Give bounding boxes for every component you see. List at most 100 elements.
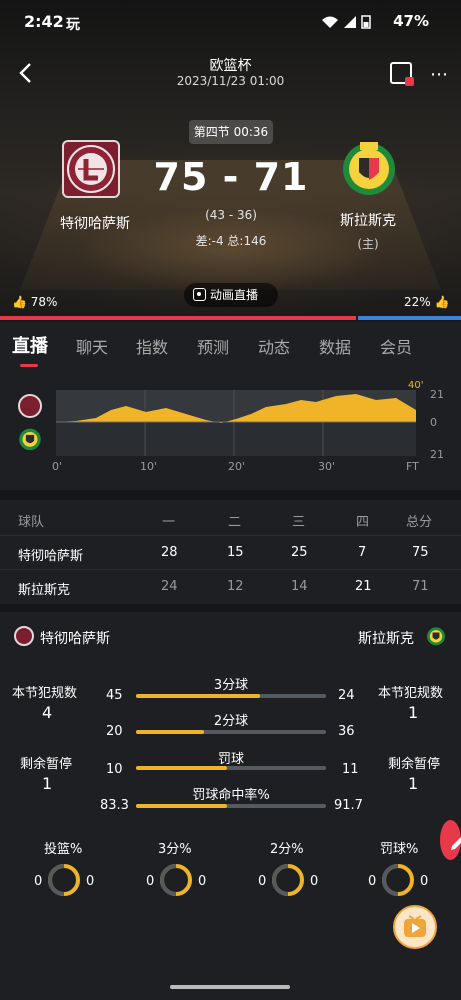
- y-label-top: 21: [430, 388, 444, 401]
- quarter-score-table: 球队 一 二 三 四 总分 特彻哈萨斯 28 15 25 7 75 斯拉斯克 2…: [0, 500, 461, 606]
- stat-label: 3分球: [213, 678, 249, 693]
- donut-ring: [160, 864, 192, 896]
- tab-index[interactable]: 指数: [136, 334, 168, 358]
- section-divider: [0, 490, 461, 500]
- col-q4: 四: [356, 515, 370, 530]
- stat-home-fill: [136, 730, 205, 734]
- stat-track: [136, 694, 326, 698]
- donut-3pt: 3分% 0 0: [142, 834, 212, 904]
- donut-ring: [382, 864, 414, 896]
- stat-2pt: 2分球 20 36: [100, 710, 362, 746]
- tab-chat[interactable]: 聊天: [76, 334, 108, 358]
- away-vote[interactable]: 22% 👍: [404, 295, 449, 309]
- tab-member[interactable]: 会员: [380, 334, 412, 358]
- home-timeouts-label: 剩余暂停: [20, 757, 73, 772]
- home-mini-logo: [18, 394, 42, 418]
- edit-icon: [451, 837, 461, 850]
- stat-home-value: 83.3: [100, 798, 129, 813]
- stat-away-value: 91.7: [334, 798, 363, 813]
- donut-home: 0: [258, 874, 267, 889]
- away-vote-percent: 22%: [404, 295, 431, 309]
- signal-icons: [321, 14, 371, 29]
- y-label-bottom: 21: [430, 448, 444, 461]
- battery-level: 47%: [393, 12, 429, 30]
- donut-away: 0: [310, 874, 319, 889]
- donut-label: 罚球%: [380, 842, 419, 857]
- stat-away-value: 11: [342, 762, 359, 777]
- col-q3: 三: [292, 515, 306, 530]
- stat-label: 2分球: [213, 714, 249, 729]
- home-q2: 15: [227, 545, 244, 560]
- col-team: 球队: [18, 515, 45, 530]
- stat-track: [136, 804, 326, 808]
- table-row: 特彻哈萨斯 28 15 25 7 75: [0, 536, 461, 570]
- active-tab-indicator: [20, 364, 38, 367]
- away-stats-logo: [427, 627, 445, 646]
- battery-icon: [361, 15, 371, 29]
- tab-data[interactable]: 数据: [319, 334, 351, 358]
- tab-dynamics[interactable]: 动态: [258, 334, 290, 358]
- x-label-10: 10': [140, 460, 158, 473]
- score: 75 - 71: [153, 155, 309, 199]
- row-team-away: 斯拉斯克: [18, 583, 71, 598]
- momentum-chart: 40' 21 0 21 0' 10' 20' 30' FT: [0, 372, 461, 490]
- play-tv-icon: [404, 915, 426, 937]
- stat-label: 罚球: [217, 752, 244, 767]
- home-q3: 25: [291, 545, 308, 560]
- status-bar: 2:42 玩 47%: [0, 0, 461, 44]
- donut-home: 0: [368, 874, 377, 889]
- section-divider: [0, 604, 461, 612]
- video-fab[interactable]: [393, 905, 437, 949]
- stat-home-fill: [136, 694, 260, 698]
- stat-home-value: 10: [106, 762, 123, 777]
- donut-ft: 罚球% 0 0: [364, 834, 434, 904]
- home-timeouts-value: 1: [42, 774, 53, 793]
- tab-live[interactable]: 直播: [12, 332, 48, 358]
- stat-away-value: 24: [338, 688, 355, 703]
- donut-away: 0: [86, 874, 95, 889]
- away-team-logo: [340, 138, 398, 198]
- col-total: 总分: [406, 515, 433, 530]
- away-logo-emblem: [343, 142, 395, 195]
- stat-home-fill: [136, 766, 228, 770]
- momentum-corner-label: 40': [408, 380, 424, 391]
- home-team-logo: [62, 140, 120, 198]
- home-vote-bar: [0, 316, 356, 320]
- away-fouls-label: 本节犯规数: [378, 686, 444, 701]
- home-logo-emblem: [67, 145, 115, 193]
- status-time: 2:42: [24, 12, 64, 31]
- momentum-lower-band: [56, 422, 416, 456]
- donut-fg: 投篮% 0 0: [30, 834, 100, 904]
- away-q4: 21: [355, 579, 372, 594]
- table-row: 斯拉斯克 24 12 14 21 71: [0, 570, 461, 604]
- stat-free-throws: 罚球 10 11: [100, 748, 362, 784]
- away-q1: 24: [161, 579, 178, 594]
- stat-home-value: 45: [106, 688, 123, 703]
- screen-record-icon[interactable]: [390, 62, 414, 86]
- home-q1: 28: [161, 545, 178, 560]
- more-menu-icon[interactable]: ⋯: [430, 64, 449, 85]
- cell-signal-icon: [344, 16, 356, 28]
- animation-live-button[interactable]: 动画直播: [184, 283, 278, 307]
- donut-home: 0: [146, 874, 155, 889]
- gesture-bar: [170, 985, 290, 989]
- home-total: 75: [412, 545, 429, 560]
- y-label-mid: 0: [430, 416, 437, 429]
- donut-away: 0: [420, 874, 429, 889]
- home-team-name[interactable]: 特彻哈萨斯: [40, 213, 150, 233]
- donut-home: 0: [34, 874, 43, 889]
- away-team-name[interactable]: 斯拉斯克: [313, 210, 423, 230]
- tab-prediction[interactable]: 预测: [197, 334, 229, 358]
- away-timeouts-value: 1: [408, 774, 419, 793]
- half-time-score: (43 - 36): [205, 208, 257, 222]
- stats-away-name: 斯拉斯克: [358, 631, 414, 647]
- momentum-plot: [56, 390, 416, 456]
- away-fouls-value: 1: [408, 703, 419, 722]
- home-vote[interactable]: 👍 78%: [12, 295, 57, 309]
- donut-label: 投篮%: [44, 842, 83, 857]
- donut-ring: [272, 864, 304, 896]
- stat-track: [136, 730, 326, 734]
- table-header-row: 球队 一 二 三 四 总分: [0, 502, 461, 536]
- diff-total: 差:-4 总:146: [195, 234, 267, 248]
- edit-fab[interactable]: [440, 820, 461, 860]
